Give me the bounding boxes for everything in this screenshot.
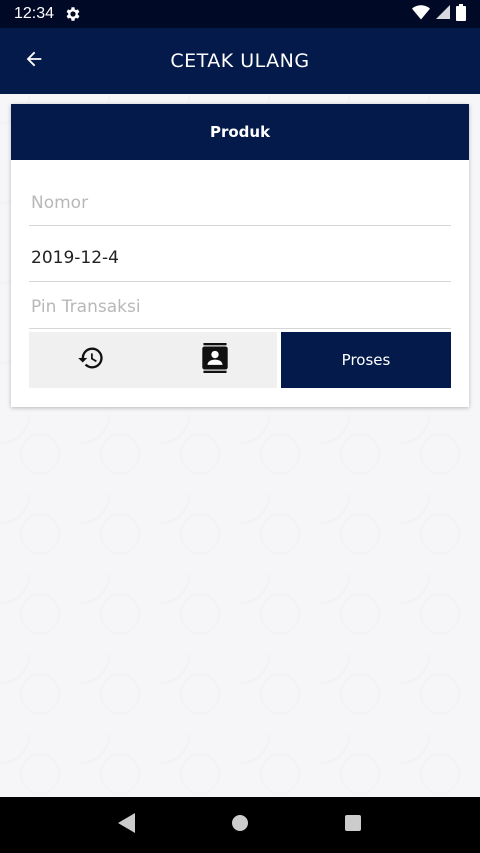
status-bar: 12:34	[0, 0, 480, 28]
page-title: CETAK ULANG	[170, 50, 310, 72]
pin-input[interactable]	[31, 297, 449, 317]
back-button[interactable]	[14, 41, 54, 81]
status-icons	[412, 3, 466, 25]
card-header: Produk	[11, 104, 469, 160]
arrow-left-icon	[23, 48, 45, 74]
contacts-icon	[201, 343, 229, 377]
gear-icon	[64, 5, 82, 23]
nomor-input[interactable]	[31, 192, 449, 213]
history-button[interactable]	[29, 332, 153, 388]
action-row: Proses	[29, 332, 451, 388]
wifi-icon	[412, 4, 430, 24]
triangle-back-icon	[117, 813, 136, 837]
battery-icon	[456, 3, 466, 25]
square-recents-icon	[344, 814, 362, 836]
nav-recents-button[interactable]	[333, 805, 373, 845]
product-card: Produk Proses	[11, 104, 469, 407]
contacts-button[interactable]	[153, 332, 277, 388]
icon-button-group	[29, 332, 277, 388]
app-bar: CETAK ULANG	[0, 28, 480, 94]
circle-home-icon	[231, 814, 249, 836]
history-icon	[77, 344, 105, 376]
nomor-field-wrapper	[29, 180, 451, 226]
status-time: 12:34	[14, 5, 55, 22]
date-field-wrapper	[29, 234, 451, 282]
date-input[interactable]	[31, 247, 449, 268]
signal-icon	[436, 4, 450, 24]
proses-button[interactable]: Proses	[281, 332, 451, 388]
nav-back-button[interactable]	[107, 805, 147, 845]
pin-field-wrapper	[29, 286, 451, 329]
nav-home-button[interactable]	[220, 805, 260, 845]
system-nav-bar	[0, 797, 480, 853]
